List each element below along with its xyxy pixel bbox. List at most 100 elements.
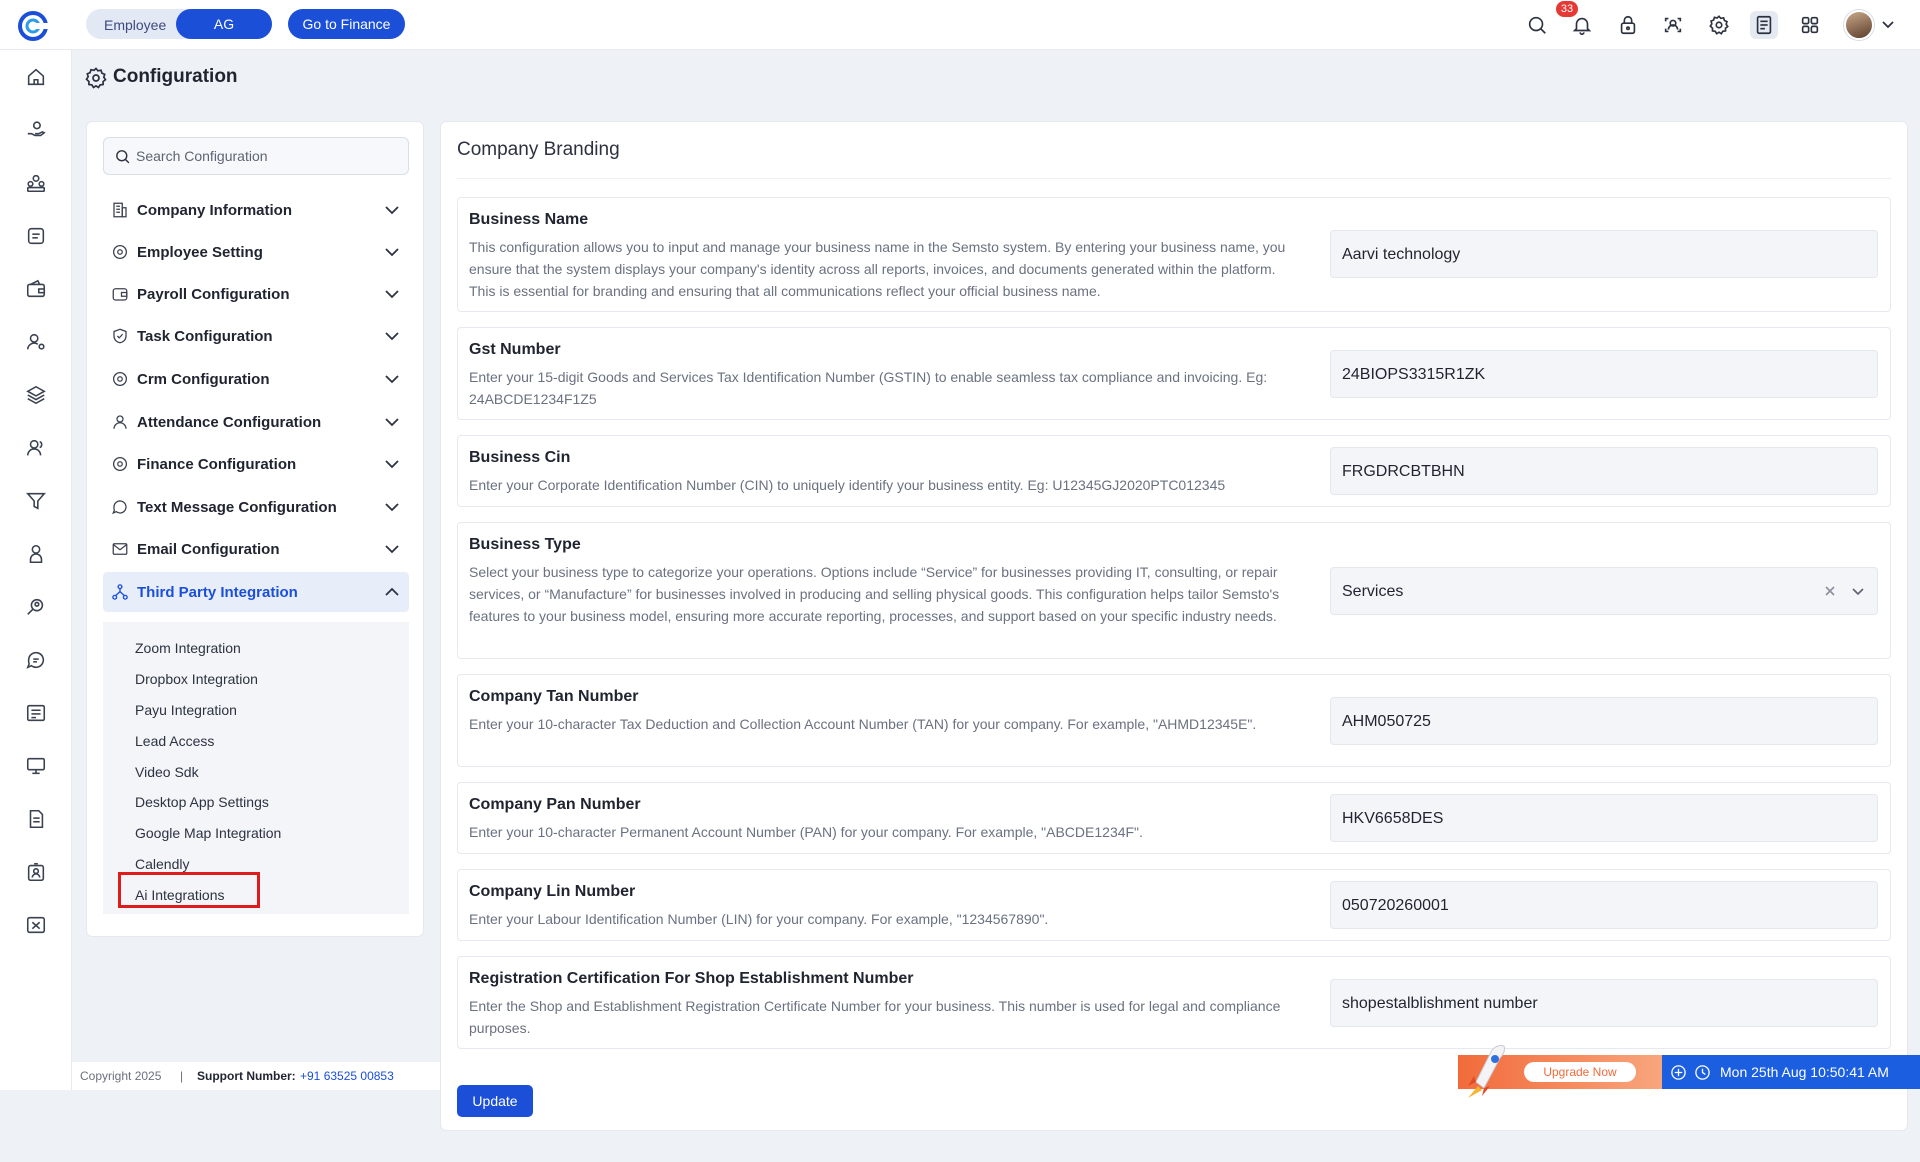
submenu-item-payu-integration[interactable]: Payu Integration [135, 702, 237, 718]
menu-item-label: Finance Configuration [137, 456, 297, 473]
timezone-icon[interactable] [1670, 1064, 1687, 1081]
highlight-box [118, 872, 260, 908]
menu-item-label: Company Information [137, 202, 293, 219]
copyright-text: Copyright 2025 [80, 1069, 162, 1083]
submenu-item-desktop-app-settings[interactable]: Desktop App Settings [135, 794, 269, 810]
document-icon[interactable] [21, 804, 51, 834]
mode-toggle[interactable]: Employee AG [86, 9, 272, 39]
mode-option-employee[interactable]: Employee [104, 17, 166, 33]
company-lin-input[interactable]: 050720260001 [1330, 881, 1878, 929]
list-card-icon[interactable] [21, 698, 51, 728]
face-scan-icon[interactable] [1659, 11, 1687, 39]
support-number-link[interactable]: +91 63525 00853 [300, 1069, 394, 1083]
shop-establishment-input[interactable]: shopestalblishment number [1330, 979, 1878, 1027]
clear-icon[interactable] [1823, 584, 1837, 598]
submenu-item-google-map-integration[interactable]: Google Map Integration [135, 825, 281, 841]
id-card-icon[interactable] [21, 857, 51, 887]
search-box [103, 137, 409, 175]
layers-icon[interactable] [21, 380, 51, 410]
business-cin-input[interactable]: FRGDRCBTBHN [1330, 447, 1878, 495]
notification-badge: 33 [1556, 1, 1578, 17]
user-group-icon[interactable] [21, 433, 51, 463]
field-company-pan-number: Company Pan Number Enter your 10-charact… [457, 782, 1891, 854]
input-value: 24BIOPS3315R1ZK [1342, 366, 1486, 383]
search-icon[interactable] [1523, 11, 1551, 39]
person-icon[interactable] [21, 539, 51, 569]
gear-icon [112, 244, 128, 260]
menu-item-company-information[interactable]: Company Information [103, 190, 409, 230]
search-person-icon[interactable] [21, 592, 51, 622]
left-nav-rail [0, 50, 72, 1090]
menu-item-third-party-integration[interactable]: Third Party Integration [103, 572, 409, 612]
field-label: Company Pan Number [469, 796, 641, 813]
submenu-item-dropbox-integration[interactable]: Dropbox Integration [135, 671, 258, 687]
chevron-down-icon [385, 460, 399, 469]
company-pan-input[interactable]: HKV6658DES [1330, 794, 1878, 842]
search-config-input[interactable] [136, 139, 402, 173]
submenu-item-lead-access[interactable]: Lead Access [135, 733, 214, 749]
menu-item-task-configuration[interactable]: Task Configuration [103, 316, 409, 356]
update-button[interactable]: Update [457, 1085, 533, 1117]
menu-item-finance-configuration[interactable]: Finance Configuration [103, 444, 409, 484]
menu-item-text-message-configuration[interactable]: Text Message Configuration [103, 487, 409, 527]
field-label: Company Tan Number [469, 688, 639, 705]
team-icon[interactable] [21, 168, 51, 198]
submenu-item-zoom-integration[interactable]: Zoom Integration [135, 640, 241, 656]
menu-item-employee-setting[interactable]: Employee Setting [103, 232, 409, 272]
menu-item-crm-configuration[interactable]: Crm Configuration [103, 359, 409, 399]
monitor-icon[interactable] [21, 751, 51, 781]
rocket-icon [1468, 1045, 1505, 1098]
business-type-select[interactable]: Services [1330, 567, 1878, 615]
field-gst-number: Gst Number Enter your 15-digit Goods and… [457, 327, 1891, 420]
app-logo[interactable] [18, 11, 52, 41]
chevron-down-icon[interactable] [1880, 16, 1896, 32]
input-value: 050720260001 [1342, 897, 1449, 914]
filter-icon[interactable] [21, 486, 51, 516]
field-label: Business Name [469, 211, 589, 228]
field-description: This configuration allows you to input a… [469, 239, 1286, 299]
page-title: Configuration [113, 66, 238, 87]
field-company-tan-number: Company Tan Number Enter your 10-charact… [457, 674, 1891, 767]
apps-grid-icon[interactable] [1796, 11, 1824, 39]
menu-item-attendance-configuration[interactable]: Attendance Configuration [103, 402, 409, 442]
input-value: FRGDRCBTBHN [1342, 463, 1465, 480]
clock-icon [1695, 1065, 1710, 1080]
network-icon [112, 584, 128, 600]
field-description: Enter the Shop and Establishment Registr… [469, 998, 1281, 1036]
business-name-input[interactable]: Aarvi technology [1330, 230, 1878, 278]
company-tan-input[interactable]: AHM050725 [1330, 697, 1878, 745]
avatar[interactable] [1844, 10, 1874, 40]
menu-item-label: Email Configuration [137, 541, 280, 558]
submenu-item-calendly[interactable]: Calendly [135, 856, 189, 872]
home-icon[interactable] [21, 62, 51, 92]
wallet-icon [112, 288, 128, 301]
lock-icon[interactable] [1614, 11, 1642, 39]
select-value: Services [1342, 583, 1404, 600]
top-bar: Employee AG Go to Finance 33 [0, 0, 1920, 50]
mode-option-ag[interactable]: AG [176, 9, 272, 39]
gear-icon[interactable] [1705, 11, 1733, 39]
chevron-down-icon [385, 206, 399, 215]
field-business-name: Business Name This configuration allows … [457, 197, 1891, 312]
menu-item-label: Task Configuration [137, 328, 273, 345]
menu-item-label: Crm Configuration [137, 371, 270, 388]
crossed-box-icon[interactable] [21, 910, 51, 940]
datetime-bar: Mon 25th Aug 10:50:41 AM [1662, 1055, 1920, 1089]
field-description: Enter your 10-character Permanent Accoun… [469, 824, 1143, 840]
menu-item-payroll-configuration[interactable]: Payroll Configuration [103, 274, 409, 314]
submenu-item-video-sdk[interactable]: Video Sdk [135, 764, 199, 780]
menu-item-email-configuration[interactable]: Email Configuration [103, 529, 409, 569]
notes-icon[interactable] [1750, 11, 1778, 39]
gst-number-input[interactable]: 24BIOPS3315R1ZK [1330, 350, 1878, 398]
upgrade-now-button[interactable]: Upgrade Now [1524, 1062, 1636, 1082]
page-header: Configuration [72, 50, 1920, 106]
checklist-icon[interactable] [21, 221, 51, 251]
user-settings-icon[interactable] [21, 327, 51, 357]
shield-check-icon [113, 328, 127, 344]
chevron-down-icon[interactable] [1849, 582, 1867, 600]
wallet-icon[interactable] [21, 274, 51, 304]
go-to-finance-button[interactable]: Go to Finance [288, 9, 405, 39]
chat-icon[interactable] [21, 645, 51, 675]
menu-item-label: Employee Setting [137, 244, 263, 261]
hand-money-icon[interactable] [21, 115, 51, 145]
